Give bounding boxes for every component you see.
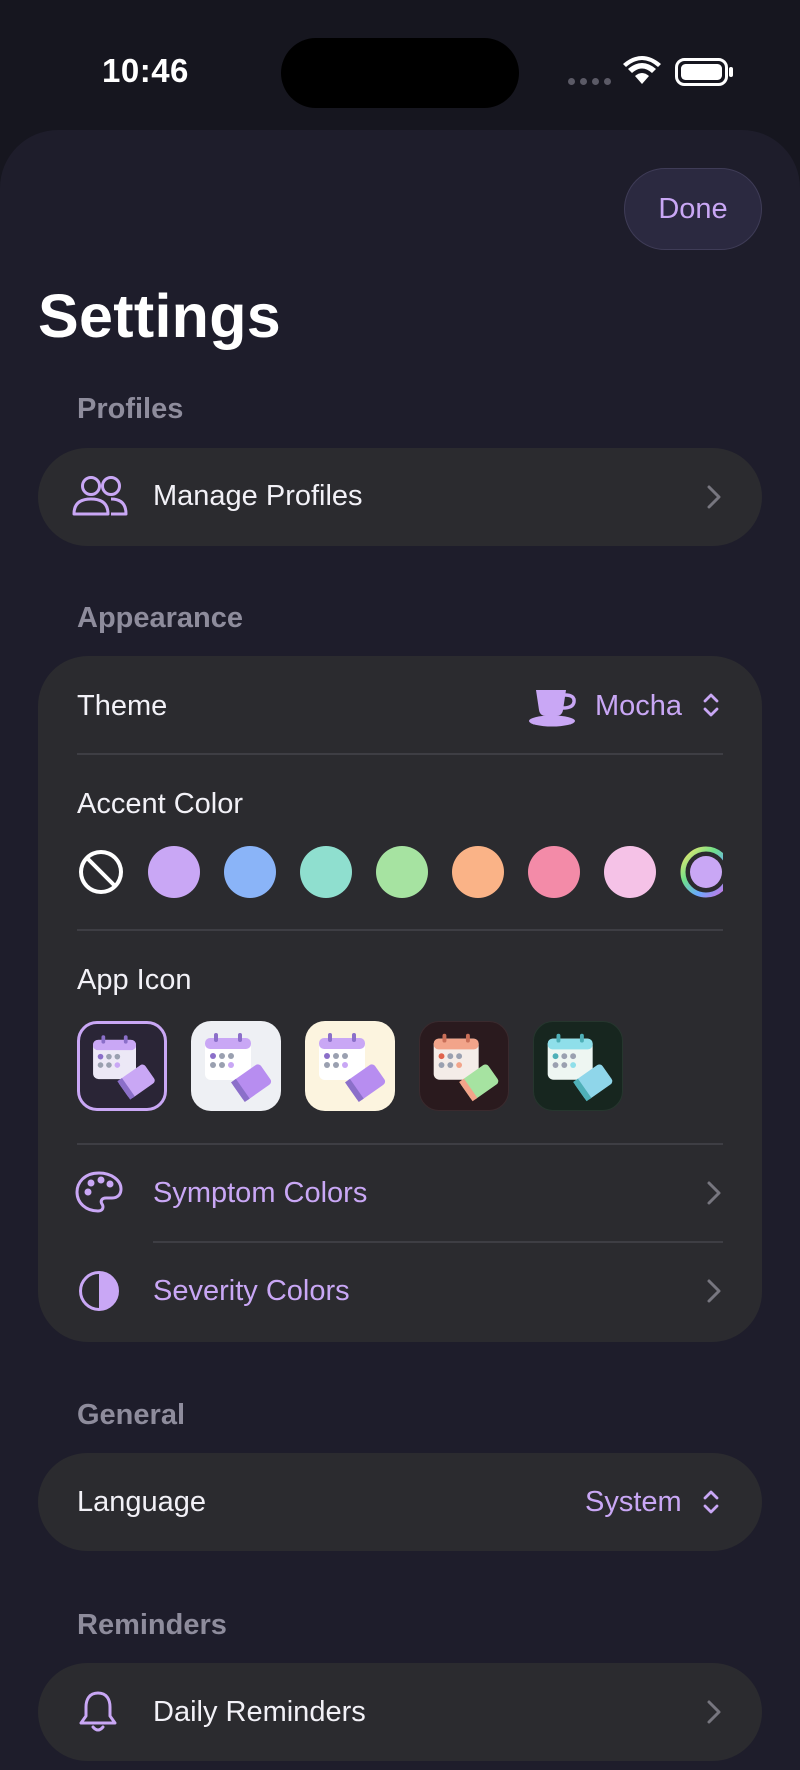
chevron-up-down-icon <box>703 693 719 717</box>
accent-swatch-pink[interactable] <box>604 846 656 898</box>
chevron-right-icon <box>707 1181 721 1205</box>
cellular-signal-icon <box>568 78 611 85</box>
language-row[interactable]: Language System <box>38 1453 762 1551</box>
calendar-journal-icon <box>433 1033 499 1102</box>
chevron-right-icon <box>707 1279 721 1303</box>
palette-icon <box>75 1171 123 1213</box>
color-wheel-icon <box>680 846 723 898</box>
app-icon-option-peach[interactable] <box>419 1021 509 1111</box>
accent-swatch-peach[interactable] <box>452 846 504 898</box>
severity-colors-row[interactable]: Severity Colors <box>38 1242 762 1340</box>
people-icon <box>72 476 128 516</box>
severity-colors-label: Severity Colors <box>153 1275 350 1307</box>
status-bar: 10:46 <box>0 0 800 130</box>
status-time: 10:46 <box>102 52 189 89</box>
wifi-icon <box>623 56 661 84</box>
app-icon-option-mocha[interactable] <box>77 1021 167 1111</box>
chevron-up-down-icon <box>703 1490 719 1514</box>
language-label: Language <box>77 1486 207 1518</box>
page-title: Settings <box>38 282 282 350</box>
done-button[interactable]: Done <box>624 168 762 250</box>
app-icon-label: App Icon <box>77 964 192 996</box>
accent-swatch-blue[interactable] <box>224 846 276 898</box>
section-label-general: General <box>77 1399 185 1431</box>
accent-color-label: Accent Color <box>77 788 244 820</box>
half-circle-contrast-icon <box>79 1271 119 1311</box>
dynamic-island <box>281 38 519 108</box>
manage-profiles-label: Manage Profiles <box>153 480 363 512</box>
app-icon-option-latte[interactable] <box>191 1021 281 1111</box>
calendar-journal-icon <box>319 1033 386 1103</box>
manage-profiles-row[interactable]: Manage Profiles <box>38 448 762 546</box>
daily-reminders-label: Daily Reminders <box>153 1696 366 1728</box>
calendar-journal-icon <box>93 1035 155 1100</box>
divider <box>77 753 723 755</box>
battery-icon <box>675 58 733 86</box>
chevron-right-icon <box>707 1700 721 1724</box>
no-accent-color-icon[interactable] <box>75 846 127 898</box>
language-value: System <box>585 1486 682 1518</box>
section-label-appearance: Appearance <box>77 602 244 634</box>
app-icon-option-mint[interactable] <box>533 1021 623 1111</box>
app-icon-option-cream[interactable] <box>305 1021 395 1111</box>
divider <box>77 929 723 931</box>
chevron-right-icon <box>707 485 721 509</box>
section-label-reminders: Reminders <box>77 1609 227 1641</box>
accent-swatch-red[interactable] <box>528 846 580 898</box>
accent-swatch-mauve[interactable] <box>148 846 200 898</box>
bell-icon <box>79 1691 117 1732</box>
theme-label: Theme <box>77 690 168 722</box>
theme-row[interactable]: Theme Mocha <box>38 656 762 754</box>
symptom-colors-label: Symptom Colors <box>153 1177 368 1209</box>
theme-value: Mocha <box>595 690 683 722</box>
section-label-profiles: Profiles <box>77 393 184 425</box>
accent-swatch-teal[interactable] <box>300 846 352 898</box>
daily-reminders-row[interactable]: Daily Reminders <box>38 1663 762 1761</box>
calendar-journal-icon <box>547 1033 613 1102</box>
accent-swatch-green[interactable] <box>376 846 428 898</box>
symptom-colors-row[interactable]: Symptom Colors <box>38 1144 762 1242</box>
custom-color-picker[interactable] <box>680 846 723 898</box>
calendar-journal-icon <box>205 1033 272 1103</box>
coffee-cup-icon <box>529 690 576 727</box>
